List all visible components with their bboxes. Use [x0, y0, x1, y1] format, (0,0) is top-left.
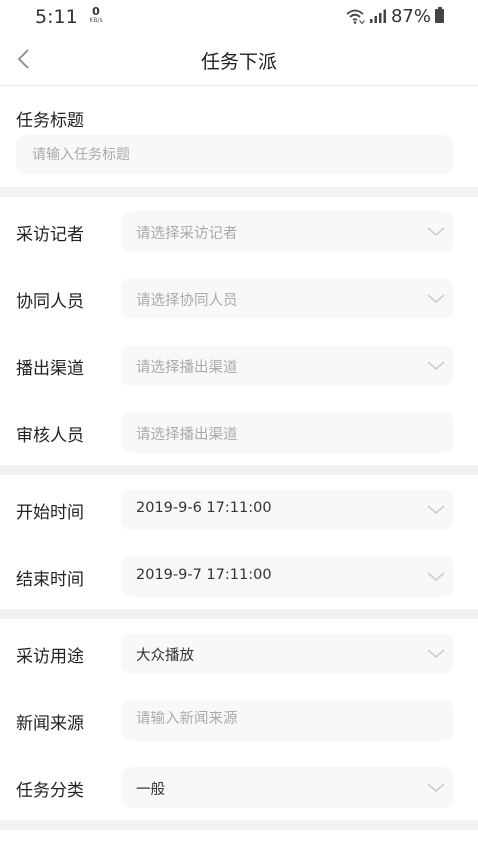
status-bar: 5:11 0 KB/s 87% — [0, 0, 478, 34]
status-time: 5:11 — [35, 6, 78, 28]
news-source-field — [121, 700, 454, 741]
chevron-down-icon — [427, 649, 445, 658]
category-value: 一般 — [136, 782, 165, 798]
channel-row: 播出渠道 请选择播出渠道 — [0, 345, 478, 387]
chevron-down-icon — [427, 505, 445, 514]
reviewer-label: 审核人员 — [16, 426, 84, 446]
collaborator-row: 协同人员 请选择协同人员 — [0, 278, 478, 320]
end-time-picker[interactable]: 2019-9-7 17:11:00 — [121, 556, 454, 597]
news-source-label: 新闻来源 — [16, 714, 84, 734]
section-divider — [0, 465, 478, 475]
start-time-row: 开始时间 2019-9-6 17:11:00 — [0, 489, 478, 531]
chevron-down-icon — [427, 572, 445, 581]
purpose-value: 大众播放 — [136, 648, 194, 664]
purpose-label: 采访用途 — [16, 647, 84, 667]
purpose-select[interactable]: 大众播放 — [121, 633, 454, 674]
task-title-section: 任务标题 — [0, 86, 478, 187]
network-speed-value: 0 — [92, 5, 100, 18]
reviewer-select[interactable]: 请选择播出渠道 — [121, 412, 454, 453]
category-select[interactable]: 一般 — [121, 767, 454, 808]
reporter-label: 采访记者 — [16, 225, 84, 245]
battery-icon — [435, 7, 444, 23]
end-time-row: 结束时间 2019-9-7 17:11:00 — [0, 556, 478, 598]
reporter-placeholder: 请选择采访记者 — [136, 226, 238, 242]
start-time-label: 开始时间 — [16, 503, 84, 523]
news-source-input[interactable] — [136, 711, 436, 727]
collaborator-select[interactable]: 请选择协同人员 — [121, 278, 454, 319]
category-row: 任务分类 一般 — [0, 767, 478, 809]
end-time-label: 结束时间 — [16, 570, 84, 590]
start-time-value: 2019-9-6 17:11:00 — [136, 500, 272, 516]
chevron-down-icon — [427, 227, 445, 236]
section-divider — [0, 609, 478, 619]
reviewer-row: 审核人员 请选择播出渠道 — [0, 412, 478, 454]
signal-icon — [369, 9, 386, 23]
page-title: 任务下派 — [200, 51, 277, 73]
task-title-input[interactable] — [16, 135, 454, 174]
network-speed: 0 KB/s — [86, 6, 106, 24]
section-divider — [0, 820, 478, 830]
chevron-down-icon — [427, 783, 445, 792]
category-label: 任务分类 — [16, 781, 84, 801]
network-speed-unit: KB/s — [89, 17, 103, 24]
start-time-picker[interactable]: 2019-9-6 17:11:00 — [121, 489, 454, 530]
channel-placeholder: 请选择播出渠道 — [136, 360, 238, 376]
purpose-row: 采访用途 大众播放 — [0, 633, 478, 675]
chevron-down-icon — [427, 361, 445, 370]
chevron-down-icon — [427, 294, 445, 303]
end-time-value: 2019-9-7 17:11:00 — [136, 567, 272, 583]
wifi-icon — [346, 9, 365, 24]
battery-percent: 87% — [390, 5, 431, 27]
reviewer-placeholder: 请选择播出渠道 — [136, 427, 238, 443]
collaborator-label: 协同人员 — [16, 292, 84, 312]
status-indicators: 87% — [345, 5, 444, 27]
nav-bar: 任务下派 — [0, 34, 478, 86]
news-source-row: 新闻来源 — [0, 700, 478, 742]
reporter-select[interactable]: 请选择采访记者 — [121, 211, 454, 252]
task-title-label: 任务标题 — [16, 111, 84, 131]
channel-label: 播出渠道 — [16, 359, 84, 379]
collaborator-placeholder: 请选择协同人员 — [136, 293, 238, 309]
section-divider — [0, 187, 478, 197]
reporter-row: 采访记者 请选择采访记者 — [0, 211, 478, 253]
channel-select[interactable]: 请选择播出渠道 — [121, 345, 454, 386]
